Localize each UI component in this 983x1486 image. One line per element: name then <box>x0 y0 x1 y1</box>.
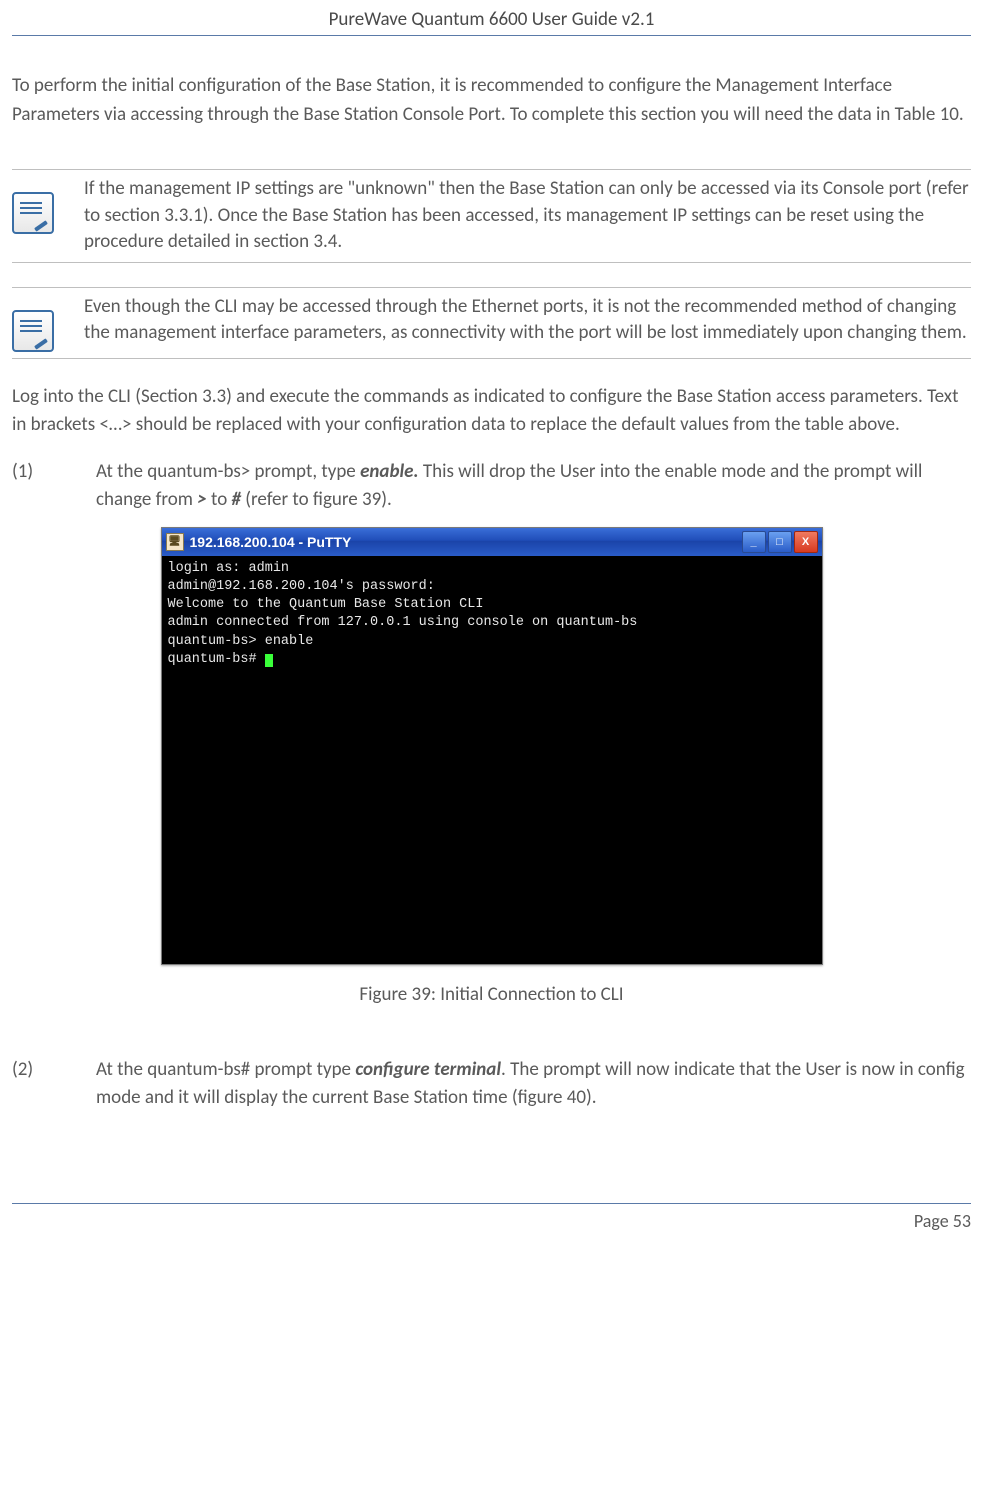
page-header-title: PureWave Quantum 6600 User Guide v2.1 <box>12 8 971 36</box>
minimize-button[interactable]: _ <box>742 531 766 553</box>
terminal-screenshot: 🖥 192.168.200.104 - PuTTY _ □ X login as… <box>12 527 971 965</box>
step1-post: (refer to figure 39). <box>241 488 392 511</box>
step1-pre: At the quantum-bs> prompt, type <box>96 460 360 483</box>
maximize-button[interactable]: □ <box>768 531 792 553</box>
putty-title: 192.168.200.104 - PuTTY <box>190 534 352 550</box>
step-number: (2) <box>12 1056 96 1113</box>
step1-sym2: # <box>232 488 241 511</box>
step-2-text: At the quantum-bs# prompt type configure… <box>96 1056 971 1113</box>
note-text-1: If the management IP settings are "unkno… <box>84 176 971 256</box>
step2-cmd: configure terminal <box>355 1058 501 1081</box>
note-text-2: Even though the CLI may be accessed thro… <box>84 294 971 352</box>
terminal-body[interactable]: login as: admin admin@192.168.200.104's … <box>162 556 822 964</box>
note-box-2: Even though the CLI may be accessed thro… <box>12 287 971 359</box>
step2-pre: At the quantum-bs# prompt type <box>96 1058 355 1081</box>
step1-to: to <box>207 488 232 511</box>
close-button[interactable]: X <box>794 531 818 553</box>
figure-caption: Figure 39: Initial Connection to CLI <box>12 983 971 1006</box>
step1-sym1: > <box>197 488 206 511</box>
page-footer: Page 53 <box>12 1203 971 1232</box>
putty-titlebar: 🖥 192.168.200.104 - PuTTY _ □ X <box>162 528 822 556</box>
putty-icon: 🖥 <box>166 533 184 551</box>
note-box-1: If the management IP settings are "unkno… <box>12 169 971 263</box>
cli-paragraph: Log into the CLI (Section 3.3) and execu… <box>12 383 971 440</box>
step1-cmd: enable. <box>360 460 418 483</box>
intro-paragraph: To perform the initial configuration of … <box>12 72 971 129</box>
step-2: (2) At the quantum-bs# prompt type confi… <box>12 1056 971 1113</box>
step-number: (1) <box>12 458 96 515</box>
note-icon <box>12 192 54 234</box>
putty-window: 🖥 192.168.200.104 - PuTTY _ □ X login as… <box>161 527 823 965</box>
note-icon <box>12 310 54 352</box>
step-1-text: At the quantum-bs> prompt, type enable. … <box>96 458 971 515</box>
step-1: (1) At the quantum-bs> prompt, type enab… <box>12 458 971 515</box>
